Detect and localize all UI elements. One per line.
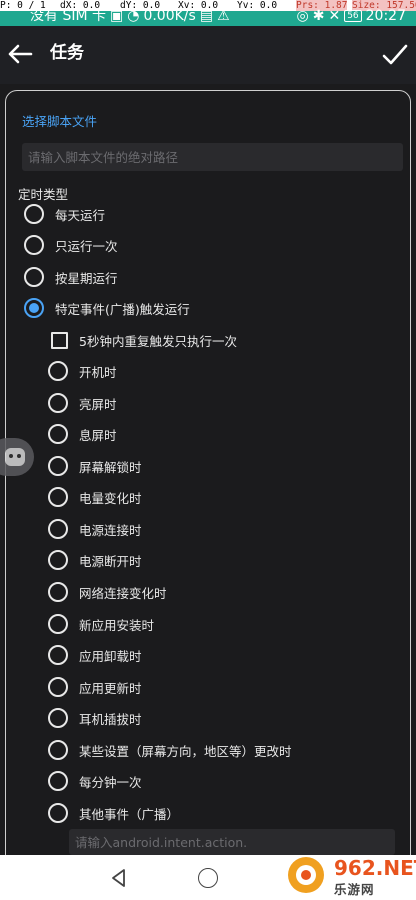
radio-button[interactable] [48, 424, 68, 444]
robot-icon [5, 448, 25, 466]
script-path-input[interactable] [22, 143, 403, 171]
radio-button[interactable] [48, 645, 68, 665]
debug-yv: Yv: 0.0 [237, 0, 278, 11]
radio-label: 特定事件(广播)触发运行 [55, 301, 190, 317]
event-label: 每分钟一次 [79, 774, 142, 790]
event-option[interactable]: 新应用安装时 [48, 612, 154, 636]
radio-label: 按星期运行 [55, 270, 118, 286]
event-label: 电源断开时 [79, 553, 142, 569]
watermark-subtext: 乐游网 [334, 882, 375, 897]
watermark-text: 962.NET [334, 856, 416, 880]
event-option[interactable]: 息屏时 [48, 422, 117, 446]
confirm-check-icon[interactable] [380, 40, 410, 70]
event-label: 新应用安装时 [79, 617, 155, 633]
event-option[interactable]: 耳机插拔时 [48, 706, 142, 730]
radio-button[interactable] [48, 614, 68, 634]
event-option[interactable]: 电源断开时 [48, 548, 142, 572]
radio-button[interactable] [48, 708, 68, 728]
network-speed: 0.00K/s [143, 8, 196, 24]
radio-button-checked[interactable] [24, 298, 44, 318]
event-label: 网络连接变化时 [79, 585, 167, 601]
event-label: 应用卸载时 [79, 648, 142, 664]
event-option[interactable]: 电源连接时 [48, 517, 142, 541]
event-option[interactable]: 屏幕解锁时 [48, 454, 142, 478]
event-label: 某些设置（屏幕方向，地区等）更改时 [79, 743, 292, 759]
back-arrow-icon[interactable] [4, 38, 36, 70]
radio-button[interactable] [48, 803, 68, 823]
radio-button[interactable] [48, 771, 68, 791]
event-option[interactable]: 其他事件（广播） [48, 801, 179, 825]
bluetooth-icon: ✱ [312, 8, 325, 24]
event-option[interactable]: 网络连接变化时 [48, 580, 167, 604]
script-file-label[interactable]: 选择脚本文件 [22, 111, 97, 130]
event-label: 应用更新时 [79, 680, 142, 696]
radio-button[interactable] [48, 740, 68, 760]
radio-button[interactable] [24, 235, 44, 255]
status-left: 没有 SIM 卡 ▣ ◔ 0.00K/s ▤ ⚠ [30, 8, 230, 24]
event-option[interactable]: 每分钟一次 [48, 769, 142, 793]
event-label: 耳机插拔时 [79, 711, 142, 727]
watermark-logo-icon [288, 857, 324, 893]
radio-button[interactable] [48, 677, 68, 697]
nav-home-icon[interactable] [198, 868, 218, 888]
event-option[interactable]: 电量变化时 [48, 485, 142, 509]
page-title: 任务 [50, 43, 84, 63]
event-option[interactable]: 应用卸载时 [48, 643, 142, 667]
radio-label: 只运行一次 [55, 238, 118, 254]
event-label: 亮屏时 [79, 396, 117, 412]
radio-label: 每天运行 [55, 207, 106, 223]
event-label: 电量变化时 [79, 490, 142, 506]
sim-alert-icon: ▣ [110, 8, 124, 24]
broadcast-action-input[interactable] [69, 829, 395, 855]
radio-button[interactable] [48, 550, 68, 570]
mute-icon: ✕ [328, 8, 341, 24]
radio-daily[interactable]: 每天运行 [24, 202, 105, 226]
task-form-card: 选择脚本文件 定时类型 每天运行 只运行一次 按星期运行 特定事件(广播)触发运… [5, 90, 411, 870]
event-label: 开机时 [79, 364, 117, 380]
radio-weekly[interactable]: 按星期运行 [24, 265, 118, 289]
dedupe-checkbox-row[interactable]: 5秒钟内重复触发只执行一次 [50, 328, 237, 352]
radio-once[interactable]: 只运行一次 [24, 233, 118, 257]
site-watermark: 962.NET 乐游网 [282, 853, 416, 899]
status-right: ◎ ✱ ✕ 56 20:27 [297, 8, 407, 24]
status-bar: P: 0 / 1 dX: 0.0 dY: 0.0 Xv: 0.0 Yv: 0.0… [0, 0, 416, 26]
event-label: 屏幕解锁时 [79, 459, 142, 475]
battery-icon: 56 [344, 10, 362, 22]
radio-button[interactable] [24, 267, 44, 287]
radio-button[interactable] [48, 361, 68, 381]
radio-button[interactable] [48, 393, 68, 413]
clock: 20:27 [365, 8, 406, 24]
event-label: 息屏时 [79, 427, 117, 443]
radio-button[interactable] [48, 519, 68, 539]
radio-button[interactable] [24, 204, 44, 224]
event-option[interactable]: 亮屏时 [48, 391, 117, 415]
radio-event-trigger[interactable]: 特定事件(广播)触发运行 [24, 296, 190, 320]
radio-button[interactable] [48, 487, 68, 507]
image-icon: ▤ [199, 8, 214, 24]
radio-button[interactable] [48, 582, 68, 602]
event-option[interactable]: 应用更新时 [48, 675, 142, 699]
event-option[interactable]: 开机时 [48, 359, 117, 383]
event-label: 电源连接时 [79, 522, 142, 538]
dedupe-checkbox[interactable] [51, 331, 68, 349]
event-option[interactable]: 某些设置（屏幕方向，地区等）更改时 [48, 738, 292, 762]
app-bar: 任务 [0, 26, 416, 84]
timing-type-label: 定时类型 [18, 187, 69, 202]
checkbox-label: 5秒钟内重复触发只执行一次 [79, 333, 237, 349]
wifi-icon: ◔ [127, 8, 140, 24]
warning-icon: ⚠ [217, 8, 230, 24]
nfc-icon: ◎ [296, 8, 309, 24]
carrier-text: 没有 SIM 卡 [30, 8, 106, 24]
nav-back-icon[interactable] [108, 867, 130, 889]
event-label: 其他事件（广播） [79, 806, 180, 822]
radio-button[interactable] [48, 456, 68, 476]
